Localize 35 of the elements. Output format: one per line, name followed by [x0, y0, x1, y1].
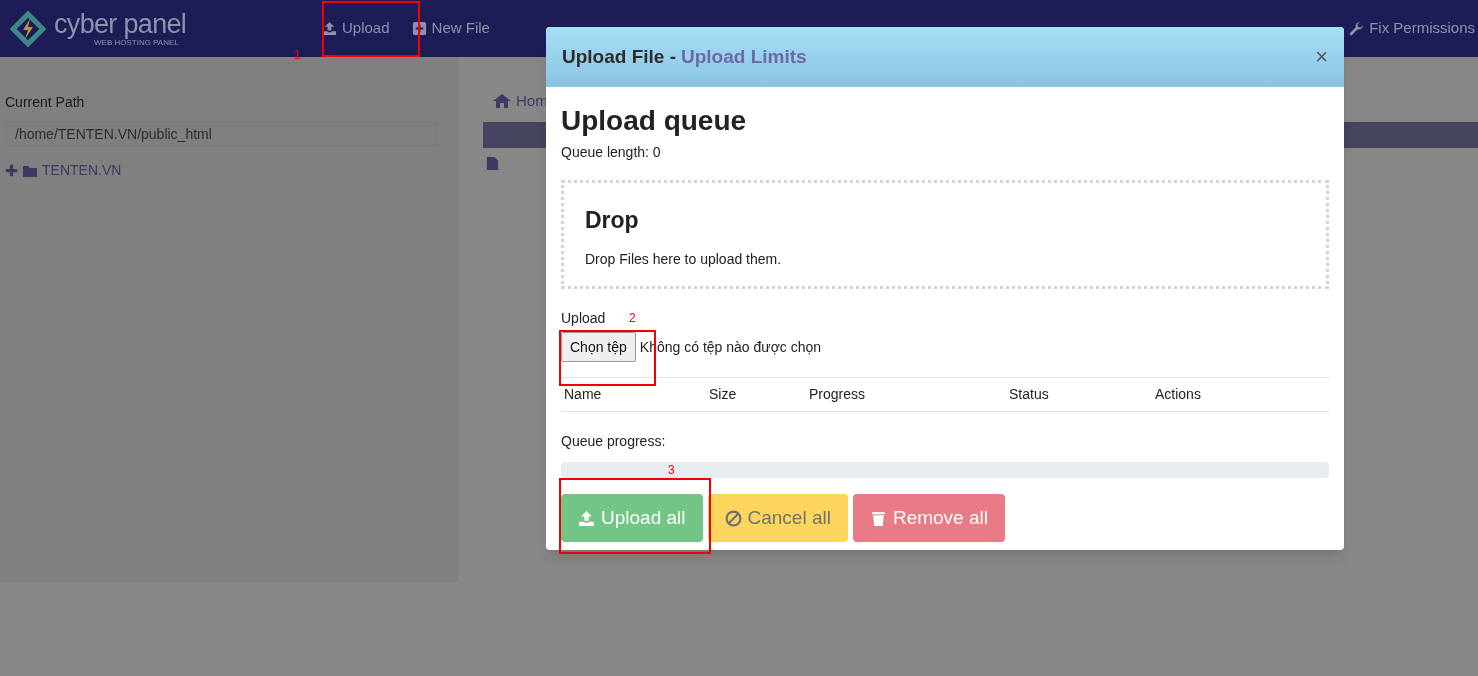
- upload-icon: [322, 21, 337, 36]
- folder-name[interactable]: TENTEN.VN: [42, 160, 122, 181]
- home-icon: [493, 93, 511, 110]
- modal-title: Upload File -: [562, 44, 676, 69]
- wrench-icon: [1349, 21, 1365, 36]
- path-label: Current Path: [5, 93, 86, 112]
- ban-icon: [724, 509, 742, 527]
- close-button[interactable]: ×: [1315, 46, 1328, 68]
- step-number: 2: [629, 310, 636, 327]
- column-header: Progress: [809, 385, 867, 404]
- queue-progress-label: Queue progress:: [561, 432, 667, 451]
- drop-zone-title: Drop: [585, 206, 640, 235]
- step-number: 3: [668, 462, 675, 479]
- upload-icon: [578, 509, 595, 527]
- trash-icon: [869, 509, 887, 527]
- toolbar-link[interactable]: Fix Permissions: [1349, 17, 1475, 40]
- drop-zone[interactable]: Drop Drop Files here to upload them.: [561, 180, 1329, 289]
- plus-icon[interactable]: [5, 164, 18, 177]
- toolbar-link[interactable]: Upload: [322, 17, 390, 40]
- column-header: Name: [564, 385, 603, 404]
- step-number: 1: [294, 47, 301, 64]
- column-header: Actions: [1155, 385, 1202, 404]
- queue-length-text: Queue length: 0: [561, 143, 662, 162]
- logo-text: cyber panel: [54, 10, 187, 38]
- choose-file-button[interactable]: Chọn tệp: [561, 332, 636, 362]
- logo-tagline: WEB HOSTING PANEL: [94, 38, 179, 47]
- toolbar-link[interactable]: New File: [411, 17, 490, 40]
- file-icon: [485, 155, 500, 171]
- section-heading: Upload queue: [561, 104, 748, 138]
- column-header: Size: [709, 385, 738, 404]
- column-header: Status: [1009, 385, 1050, 404]
- path-field[interactable]: /home/TENTEN.VN/public_html: [5, 122, 438, 146]
- upload-limits-link[interactable]: Upload Limits: [681, 42, 807, 72]
- drop-zone-text: Drop Files here to upload them.: [585, 249, 783, 269]
- upload-label: Upload: [561, 309, 606, 328]
